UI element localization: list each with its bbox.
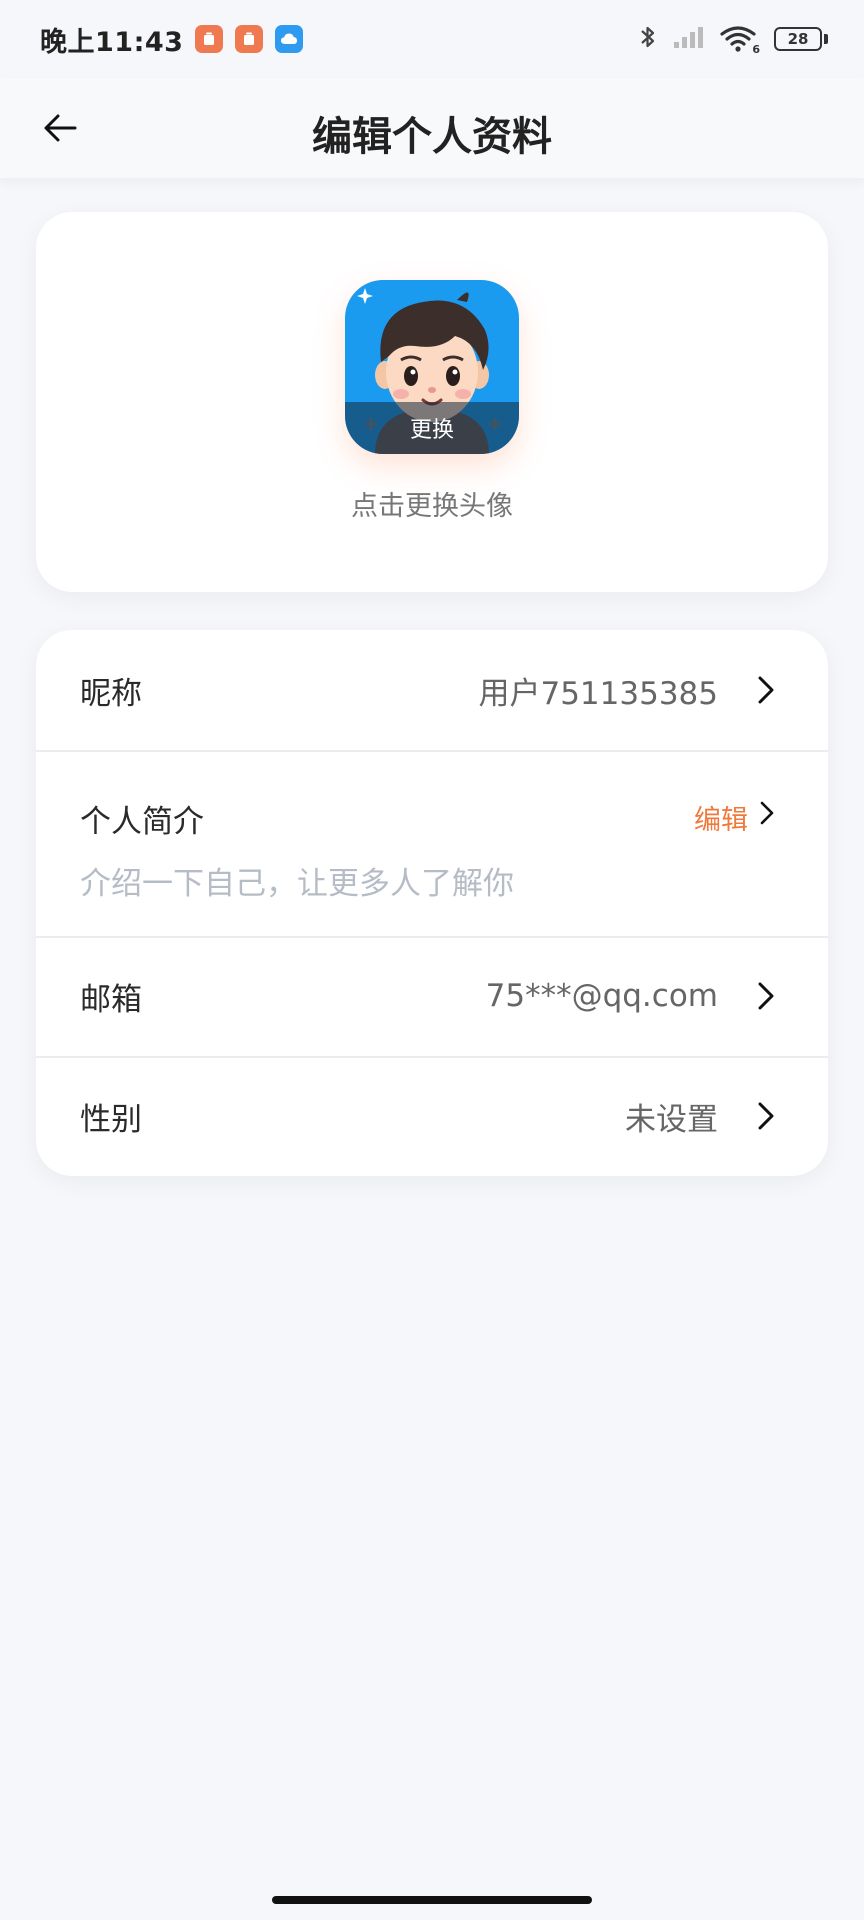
bio-label: 个人简介 <box>80 804 204 840</box>
status-bar: 晚上11:43 6 28 <box>0 0 864 78</box>
status-left: 晚上11:43 <box>40 20 304 59</box>
bio-placeholder: 介绍一下自己，让更多人了解你 <box>80 866 514 902</box>
battery-icon: 28 <box>774 27 828 51</box>
gender-value: 未设置 <box>625 1101 718 1138</box>
email-label: 邮箱 <box>80 981 142 1018</box>
bio-row[interactable]: 个人简介 编辑 介绍一下自己，让更多人了解你 <box>36 750 828 936</box>
chevron-right-icon <box>758 1102 774 1130</box>
avatar-button[interactable]: 更换 <box>345 280 519 454</box>
gender-row[interactable]: 性别 未设置 <box>36 1056 828 1176</box>
chevron-right-icon <box>758 982 774 1010</box>
change-avatar-label: 更换 <box>345 402 519 454</box>
nickname-label: 昵称 <box>80 675 142 712</box>
chevron-right-icon <box>760 801 774 825</box>
nickname-row[interactable]: 昵称 用户751135385 <box>36 630 828 750</box>
email-row[interactable]: 邮箱 75***@qq.com <box>36 936 828 1056</box>
wifi-badge: 6 <box>752 43 760 56</box>
bio-edit-button[interactable]: 编辑 <box>694 798 748 837</box>
wifi-icon: 6 <box>720 24 760 56</box>
status-time: 晚上11:43 <box>40 26 184 58</box>
bluetooth-icon <box>638 23 658 55</box>
email-value: 75***@qq.com <box>485 978 718 1014</box>
profile-info-card: 昵称 用户751135385 个人简介 编辑 介绍一下自己，让更多人了解你 邮箱… <box>36 630 828 1176</box>
signal-icon <box>672 24 706 54</box>
chevron-right-icon <box>758 676 774 704</box>
cloud-icon <box>275 25 304 53</box>
page-title: 编辑个人资料 <box>312 114 552 160</box>
app-notification-icon <box>235 25 264 53</box>
gender-label: 性别 <box>80 1101 142 1138</box>
home-indicator[interactable] <box>272 1896 592 1904</box>
nickname-value: 用户751135385 <box>478 675 718 712</box>
avatar-card: 更换 点击更换头像 <box>36 212 828 592</box>
avatar-hint: 点击更换头像 <box>351 491 513 522</box>
status-right: 6 28 <box>638 23 828 56</box>
app-notification-icon <box>195 25 224 53</box>
app-header: 编辑个人资料 <box>0 78 864 178</box>
battery-level: 28 <box>774 27 822 51</box>
